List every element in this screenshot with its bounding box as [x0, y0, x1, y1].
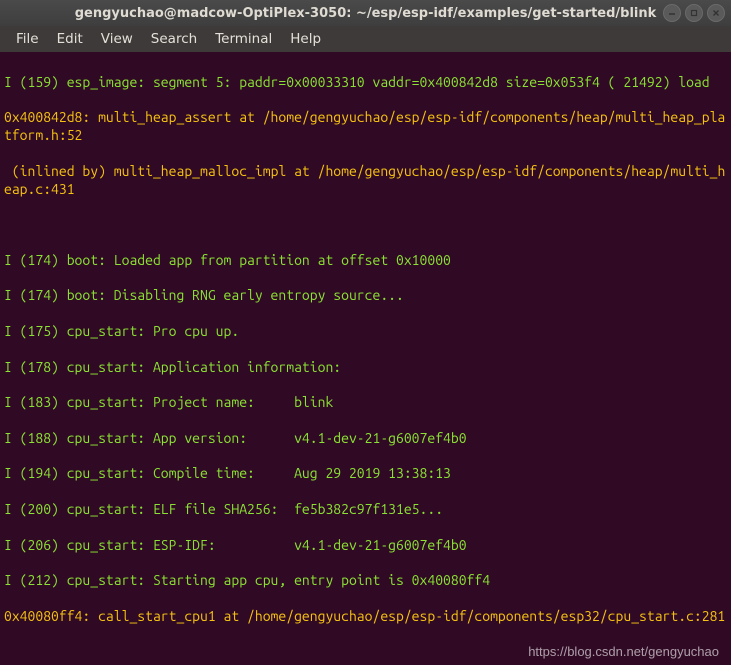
maximize-icon [690, 9, 698, 17]
window-controls [663, 4, 725, 22]
maximize-button[interactable] [685, 4, 703, 22]
log-line: 0x40080ff4: call_start_cpu1 at /home/gen… [4, 608, 727, 626]
log-line: I (174) boot: Loaded app from partition … [4, 252, 727, 270]
log-line: 0x400842d8: multi_heap_assert at /home/g… [4, 109, 727, 145]
menu-file[interactable]: File [8, 28, 47, 50]
log-line: I (212) cpu_start: Starting app cpu, ent… [4, 572, 727, 590]
log-line: I (200) cpu_start: ELF file SHA256: fe5b… [4, 501, 727, 519]
window-title: gengyuchao@madcow-OptiPlex-3050: ~/esp/e… [75, 6, 657, 21]
minimize-button[interactable] [663, 4, 681, 22]
log-line: I (159) esp_image: segment 5: paddr=0x00… [4, 74, 727, 92]
log-line: (inlined by) multi_heap_malloc_impl at /… [4, 163, 727, 199]
menubar: File Edit View Search Terminal Help [0, 26, 731, 52]
log-line: I (174) boot: Disabling RNG early entrop… [4, 287, 727, 305]
menu-search[interactable]: Search [143, 28, 205, 50]
terminal-output[interactable]: I (159) esp_image: segment 5: paddr=0x00… [0, 52, 731, 665]
log-line: I (194) cpu_start: Compile time: Aug 29 … [4, 465, 727, 483]
log-line: I (183) cpu_start: Project name: blink [4, 394, 727, 412]
titlebar: gengyuchao@madcow-OptiPlex-3050: ~/esp/e… [0, 0, 731, 26]
watermark-text: https://blog.csdn.net/gengyuchao [528, 643, 719, 661]
log-line: I (206) cpu_start: ESP-IDF: v4.1-dev-21-… [4, 537, 727, 555]
blank-line [4, 216, 727, 234]
close-icon [712, 9, 720, 17]
log-line: I (188) cpu_start: App version: v4.1-dev… [4, 430, 727, 448]
menu-edit[interactable]: Edit [49, 28, 91, 50]
log-line: I (175) cpu_start: Pro cpu up. [4, 323, 727, 341]
close-button[interactable] [707, 4, 725, 22]
menu-view[interactable]: View [93, 28, 141, 50]
log-line: I (178) cpu_start: Application informati… [4, 359, 727, 377]
menu-help[interactable]: Help [282, 28, 329, 50]
menu-terminal[interactable]: Terminal [207, 28, 280, 50]
minimize-icon [668, 9, 676, 17]
